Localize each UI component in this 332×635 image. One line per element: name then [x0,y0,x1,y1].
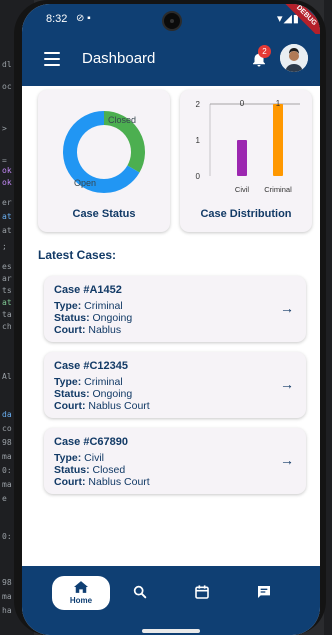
case-status: Status: Ongoing [54,388,133,400]
status-bar: 8:32 ⊘ ▪ ▾◢▮ DEBUG [22,4,320,46]
search-icon [133,585,147,599]
latest-cases-heading: Latest Cases: [38,248,117,262]
nav-home-button[interactable]: Home [52,576,110,610]
front-camera [162,11,182,31]
case-status-card[interactable]: Closed Open Case Status [38,90,170,232]
bar-label: 1 [276,99,281,108]
case-card-a1452[interactable]: Case #A1452 Type: Criminal Status: Ongoi… [44,276,306,342]
y-tick-label: 0 [196,172,201,181]
nav-search-button[interactable] [132,584,150,602]
case-id: Case #C67890 [54,436,129,448]
donut-label-open: Open [74,178,96,188]
case-court: Court: Nablus [54,324,122,336]
case-status: Status: Ongoing [54,312,133,324]
case-status-title: Case Status [72,208,136,220]
status-notification-icons: ⊘ ▪ [76,13,91,24]
bar-civil [237,140,247,176]
case-status: Status: Closed [54,464,126,476]
case-id: Case #A1452 [54,284,122,296]
case-type: Type: Civil [54,452,104,464]
arrow-right-icon[interactable]: → [280,376,294,392]
profile-photo [280,44,308,72]
nav-home-label: Home [69,596,93,605]
dashboard-content: Closed Open Case Status 0 1 2 0 Civil 1 Crimina… [22,86,320,556]
y-tick-label: 1 [196,136,201,145]
phone-frame: 8:32 ⊘ ▪ ▾◢▮ DEBUG Dashboard 2 Closed Op… [14,0,326,635]
page-title: Dashboard [82,50,156,67]
app-screen: 8:32 ⊘ ▪ ▾◢▮ DEBUG Dashboard 2 Closed Op… [22,4,320,635]
donut-label-closed: Closed [108,115,136,125]
chat-icon [258,586,270,598]
case-distribution-card[interactable]: 0 1 2 0 Civil 1 Criminal Case Distribution [180,90,312,232]
case-card-c12345[interactable]: Case #C12345 Type: Criminal Status: Ongo… [44,352,306,418]
menu-icon[interactable] [44,52,60,66]
arrow-right-icon[interactable]: → [280,300,294,316]
bar-criminal [273,104,283,176]
bar-label: 0 [240,99,245,108]
nav-calendar-button[interactable] [194,584,212,602]
case-id: Case #C12345 [54,360,129,372]
case-card-c67890[interactable]: Case #C67890 Type: Civil Status: Closed … [44,428,306,494]
donut-slice-closed [103,111,145,173]
case-court: Court: Nablus Court [54,400,150,412]
case-status-donut-chart: Closed Open [63,111,145,193]
status-time: 8:32 [46,13,68,25]
home-indicator [142,629,200,633]
x-tick-label: Criminal [264,185,292,194]
home-icon [74,581,88,593]
arrow-right-icon[interactable]: → [280,452,294,468]
bottom-navigation: Home [22,566,320,635]
x-tick-label: Civil [235,185,249,194]
notification-badge: 2 [258,45,271,58]
case-type: Type: Criminal [54,300,123,312]
case-distribution-title: Case Distribution [200,208,292,220]
avatar[interactable] [280,44,308,72]
calendar-icon [195,585,209,599]
nav-messages-button[interactable] [256,584,274,602]
y-tick-label: 2 [196,100,201,109]
case-distribution-bar-chart: 0 1 2 0 Civil 1 Criminal [196,99,300,194]
notifications-button[interactable]: 2 [250,45,271,70]
app-bar: Dashboard 2 [22,34,320,86]
case-type: Type: Criminal [54,376,123,388]
case-court: Court: Nablus Court [54,476,150,488]
